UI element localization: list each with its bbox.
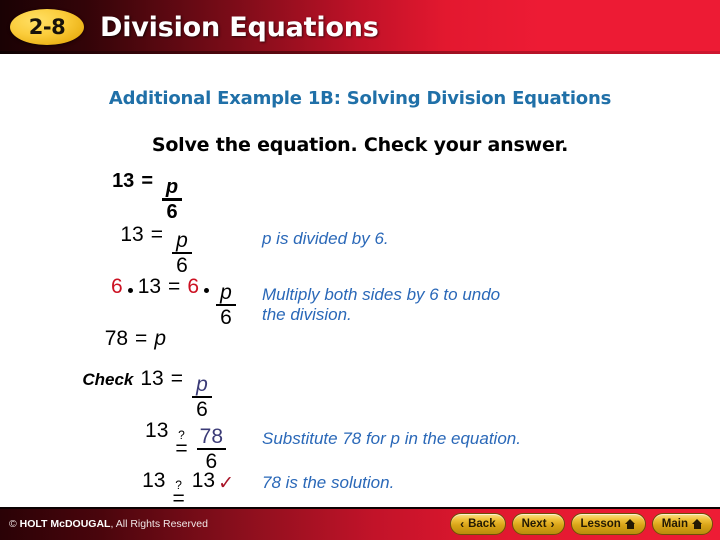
problem-fraction: p 6 xyxy=(162,177,182,223)
annotation-restate: p is divided by 6. xyxy=(262,229,389,248)
lesson-button-label: Lesson xyxy=(580,517,621,530)
checkmark-icon: ✓ xyxy=(218,473,234,495)
equation-check-original: 13 = p 6 xyxy=(140,367,214,421)
back-button[interactable]: ‹ Back xyxy=(450,512,506,535)
equation-row-solution: 78 = p xyxy=(0,327,720,351)
example-subtitle: Additional Example 1B: Solving Division … xyxy=(108,88,612,109)
equation-check-substitute: 13 ? = 78 6 xyxy=(145,419,228,473)
copyright-brand: HOLT McDOUGAL xyxy=(19,517,111,530)
copyright-symbol: © xyxy=(9,517,17,530)
problem-numerator: p xyxy=(165,176,179,198)
equation-row-multiply: 6 13 = 6 p 6 Multiply both sides by 6 to… xyxy=(0,275,720,329)
instruction-text: Solve the equation. Check your answer. xyxy=(151,134,569,156)
slide-header: 2-8 Division Equations xyxy=(0,0,720,54)
check-substitute-numerator: 78 xyxy=(199,425,223,449)
equation-check-result: 13 ? = 13 ✓ xyxy=(142,469,234,509)
equals-sign: = xyxy=(175,437,188,461)
lesson-number-text: 2-8 xyxy=(28,14,66,39)
equation-restate: 13 = p 6 xyxy=(120,223,194,277)
multiply-fraction: p 6 xyxy=(216,282,236,329)
check-row-result: 13 ? = 13 ✓ 78 is the solution. xyxy=(0,469,720,509)
annotation-substitute: Substitute 78 for p in the equation. xyxy=(262,429,521,449)
check-original-denominator: 6 xyxy=(196,398,208,422)
check-result-left: 13 xyxy=(142,469,166,493)
restate-denominator: 6 xyxy=(176,254,188,277)
copyright-text: © HOLT McDOUGAL, All Rights Reserved xyxy=(9,518,208,530)
multiplication-dot-icon xyxy=(127,288,133,294)
multiply-left: 13 xyxy=(137,275,162,299)
equation-row-problem: 13 = p 6 xyxy=(0,170,720,223)
equation-solution: 78 = p xyxy=(105,327,166,351)
multiply-numerator: p xyxy=(220,281,232,305)
next-button-label: Next xyxy=(521,517,547,530)
back-button-label: Back xyxy=(468,517,496,530)
copyright-rest: , All Rights Reserved xyxy=(110,517,208,530)
solution-left: 78 xyxy=(104,327,129,351)
equation-row-restate: 13 = p 6 p is divided by 6. xyxy=(0,223,720,277)
navigation-buttons: ‹ Back Next › Lesson Main xyxy=(450,512,713,535)
problem-equals: = xyxy=(141,170,153,192)
annotation-result: 78 is the solution. xyxy=(262,473,395,493)
main-button-label: Main xyxy=(661,517,688,530)
check-substitute-fraction: 78 6 xyxy=(196,425,226,473)
annotation-multiply: Multiply both sides by 6 to undo the div… xyxy=(262,285,501,325)
multiply-denominator: 6 xyxy=(220,306,232,330)
multiply-equals: = xyxy=(168,275,181,299)
problem-left: 13 xyxy=(112,170,135,192)
check-original-fraction: p 6 xyxy=(192,374,212,421)
home-icon xyxy=(624,518,636,529)
lesson-button[interactable]: Lesson xyxy=(570,512,646,535)
check-original-equals: = xyxy=(170,367,183,391)
check-row-substitute: 13 ? = 78 6 Substitute 78 for p in the e… xyxy=(0,419,720,473)
restate-numerator: p xyxy=(176,229,188,252)
restate-left: 13 xyxy=(120,223,144,246)
solution-equals: = xyxy=(135,327,148,351)
home-icon xyxy=(692,518,703,529)
solution-right: p xyxy=(154,327,166,351)
multiply-left-multiplier: 6 xyxy=(111,275,123,299)
check-substitute-left: 13 xyxy=(145,419,169,443)
chevron-left-icon: ‹ xyxy=(460,516,465,531)
slide-title: Division Equations xyxy=(100,11,379,43)
problem-denominator: 6 xyxy=(166,201,178,223)
question-equals-icon: ? = xyxy=(175,429,187,459)
lesson-number-badge: 2-8 xyxy=(10,9,84,45)
check-original-left: 13 xyxy=(140,367,164,391)
equation-multiply: 6 13 = 6 p 6 xyxy=(111,275,238,329)
check-label: Check xyxy=(82,370,134,390)
slide-footer: © HOLT McDOUGAL, All Rights Reserved ‹ B… xyxy=(0,507,720,540)
check-row-original: Check 13 = p 6 xyxy=(0,367,720,421)
equation-problem: 13 = p 6 xyxy=(112,170,184,223)
chevron-right-icon: › xyxy=(550,516,555,531)
restate-equals: = xyxy=(150,223,163,246)
check-original-numerator: p xyxy=(196,373,208,397)
multiply-right-multiplier: 6 xyxy=(187,275,199,299)
multiplication-dot-icon xyxy=(204,288,209,294)
next-button[interactable]: Next › xyxy=(511,512,565,535)
math-work-area: 13 = p 6 13 = p 6 p is divided by 6. 6 1… xyxy=(0,170,720,509)
main-button[interactable]: Main xyxy=(651,512,713,535)
question-equals-icon: ? = xyxy=(172,479,184,509)
check-result-right: 13 xyxy=(191,469,216,493)
restate-fraction: p 6 xyxy=(172,230,192,277)
